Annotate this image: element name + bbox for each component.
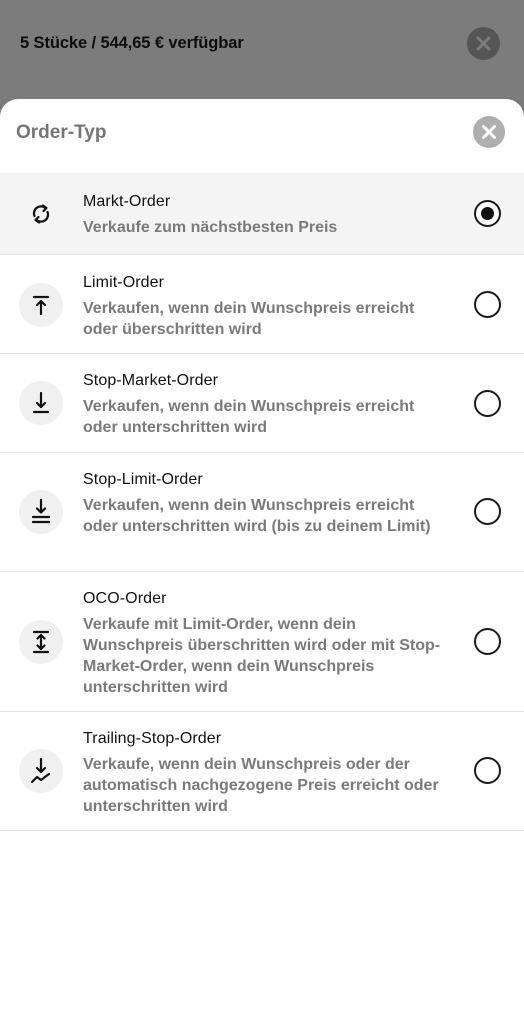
order-option-oco[interactable]: OCO-Order Verkaufe mit Limit-Order, wenn… xyxy=(0,572,524,712)
arrow-up-to-line-icon xyxy=(19,283,63,327)
option-description: Verkaufe zum nächstbesten Preis xyxy=(83,219,338,236)
radio-unselected[interactable] xyxy=(474,628,501,655)
order-type-sheet: Order-Typ Markt-Order Verkaufe zum nächs… xyxy=(0,99,524,1024)
order-option-stop-market[interactable]: Stop-Market-Order Verkaufen, wenn dein W… xyxy=(0,354,524,453)
order-option-trailing-stop[interactable]: Trailing-Stop-Order Verkaufe, wenn dein … xyxy=(0,712,524,831)
close-icon xyxy=(482,125,496,139)
option-description: Verkaufen, wenn dein Wunschpreis erreich… xyxy=(83,497,431,535)
availability-banner: 5 Stücke / 544,65 € verfügbar xyxy=(0,0,524,100)
arrow-down-to-line-icon xyxy=(19,381,63,425)
refresh-icon xyxy=(19,192,63,236)
order-option-market[interactable]: Markt-Order Verkaufe zum nächstbesten Pr… xyxy=(0,173,524,255)
banner-close-button[interactable] xyxy=(467,27,500,60)
option-title: Trailing-Stop-Order xyxy=(83,730,222,747)
option-description: Verkaufe, wenn dein Wunschpreis oder der… xyxy=(83,756,439,815)
sheet-title: Order-Typ xyxy=(16,122,107,143)
option-title: Stop-Limit-Order xyxy=(83,471,203,488)
option-title: Stop-Market-Order xyxy=(83,372,219,389)
radio-unselected[interactable] xyxy=(474,498,501,525)
option-description: Verkaufen, wenn dein Wunschpreis erreich… xyxy=(83,300,415,338)
arrows-between-lines-icon xyxy=(19,620,63,664)
option-description: Verkaufen, wenn dein Wunschpreis erreich… xyxy=(83,398,415,436)
option-title: Markt-Order xyxy=(83,193,171,210)
order-option-stop-limit[interactable]: Stop-Limit-Order Verkaufen, wenn dein Wu… xyxy=(0,453,524,572)
option-description: Verkaufe mit Limit-Order, wenn dein Wuns… xyxy=(83,616,441,696)
arrow-down-to-double-line-icon xyxy=(19,490,63,534)
radio-selected[interactable] xyxy=(474,200,501,227)
sheet-close-button[interactable] xyxy=(473,116,505,148)
radio-unselected[interactable] xyxy=(474,291,501,318)
arrow-down-trailing-icon xyxy=(19,749,63,793)
radio-unselected[interactable] xyxy=(474,757,501,784)
radio-unselected[interactable] xyxy=(474,390,501,417)
close-icon xyxy=(476,36,491,51)
option-title: Limit-Order xyxy=(83,274,165,291)
option-title: OCO-Order xyxy=(83,590,167,607)
order-option-limit[interactable]: Limit-Order Verkaufen, wenn dein Wunschp… xyxy=(0,255,524,354)
availability-text: 5 Stücke / 544,65 € verfügbar xyxy=(20,34,244,52)
